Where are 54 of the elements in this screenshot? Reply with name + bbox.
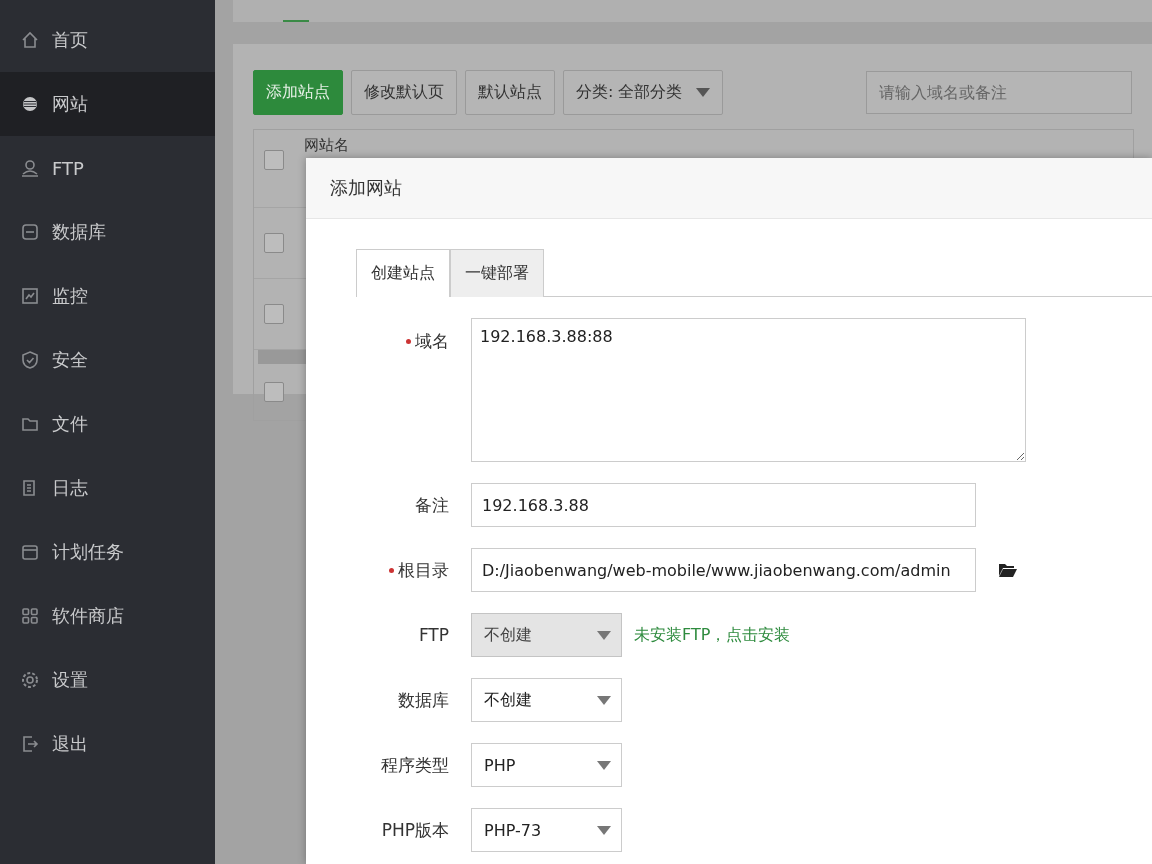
- domain-field[interactable]: 192.168.3.88:88: [471, 318, 1026, 462]
- field-label: 数据库: [398, 688, 449, 712]
- monitor-icon: [20, 286, 40, 306]
- database-icon: [20, 222, 40, 242]
- sidebar-item[interactable]: FTP: [0, 136, 215, 200]
- sidebar-item[interactable]: 监控: [0, 264, 215, 328]
- select-field[interactable]: PHP: [471, 743, 622, 787]
- globe-icon: [20, 94, 40, 114]
- sidebar-item[interactable]: 计划任务: [0, 520, 215, 584]
- grid-icon: [20, 606, 40, 626]
- caret-icon: [597, 695, 611, 705]
- sidebar-item[interactable]: 退出: [0, 712, 215, 776]
- select-field[interactable]: PHP-73: [471, 808, 622, 852]
- caret-icon: [597, 825, 611, 835]
- select-field[interactable]: 不创建: [471, 678, 622, 722]
- column-header: 网站名: [304, 136, 349, 155]
- toolbar-button[interactable]: 默认站点: [465, 70, 555, 115]
- search-field[interactable]: 请输入域名或备注: [866, 71, 1132, 114]
- toolbar-button[interactable]: 修改默认页: [351, 70, 457, 115]
- caret-icon: [696, 88, 711, 97]
- sidebar-item[interactable]: 首页: [0, 8, 215, 72]
- logout-icon: [20, 734, 40, 754]
- sidebar-item[interactable]: 网站: [0, 72, 215, 136]
- select-all-checkbox[interactable]: [264, 382, 284, 402]
- home-icon: [20, 30, 40, 50]
- row-checkbox[interactable]: [264, 150, 284, 170]
- settings-icon: [20, 670, 40, 690]
- dialog-title: 添加网站: [330, 176, 402, 200]
- field-label: 程序类型: [381, 753, 449, 777]
- sidebar-item[interactable]: 设置: [0, 648, 215, 712]
- sidebar-item[interactable]: 文件: [0, 392, 215, 456]
- category-dropdown[interactable]: 分类: 全部分类: [563, 70, 724, 115]
- sidebar-item[interactable]: 安全: [0, 328, 215, 392]
- row-checkbox[interactable]: [264, 233, 284, 253]
- field-label: 备注: [415, 493, 449, 517]
- remark-field[interactable]: 192.168.3.88: [471, 483, 976, 527]
- sidebar-item[interactable]: 软件商店: [0, 584, 215, 648]
- sidebar-item[interactable]: 数据库: [0, 200, 215, 264]
- calendar-icon: [20, 542, 40, 562]
- row-checkbox[interactable]: [264, 304, 284, 324]
- shield-icon: [20, 350, 40, 370]
- sidebar-item[interactable]: 日志: [0, 456, 215, 520]
- caret-icon: [597, 760, 611, 770]
- field-label: 域名: [415, 330, 449, 353]
- add-site-button[interactable]: 添加站点: [253, 70, 343, 115]
- tab[interactable]: 一键部署: [450, 249, 544, 297]
- folder-icon[interactable]: [998, 562, 1018, 578]
- tab[interactable]: 创建站点: [356, 249, 450, 297]
- field-label: 根目录: [398, 558, 449, 582]
- caret-icon: [597, 630, 611, 640]
- user-icon: [20, 158, 40, 178]
- field-label: PHP版本: [381, 818, 449, 842]
- field-label: FTP: [418, 625, 449, 645]
- root-directory-field[interactable]: D:/Jiaobenwang/web-mobile/www.jiaobenwang.com/admin: [471, 548, 976, 592]
